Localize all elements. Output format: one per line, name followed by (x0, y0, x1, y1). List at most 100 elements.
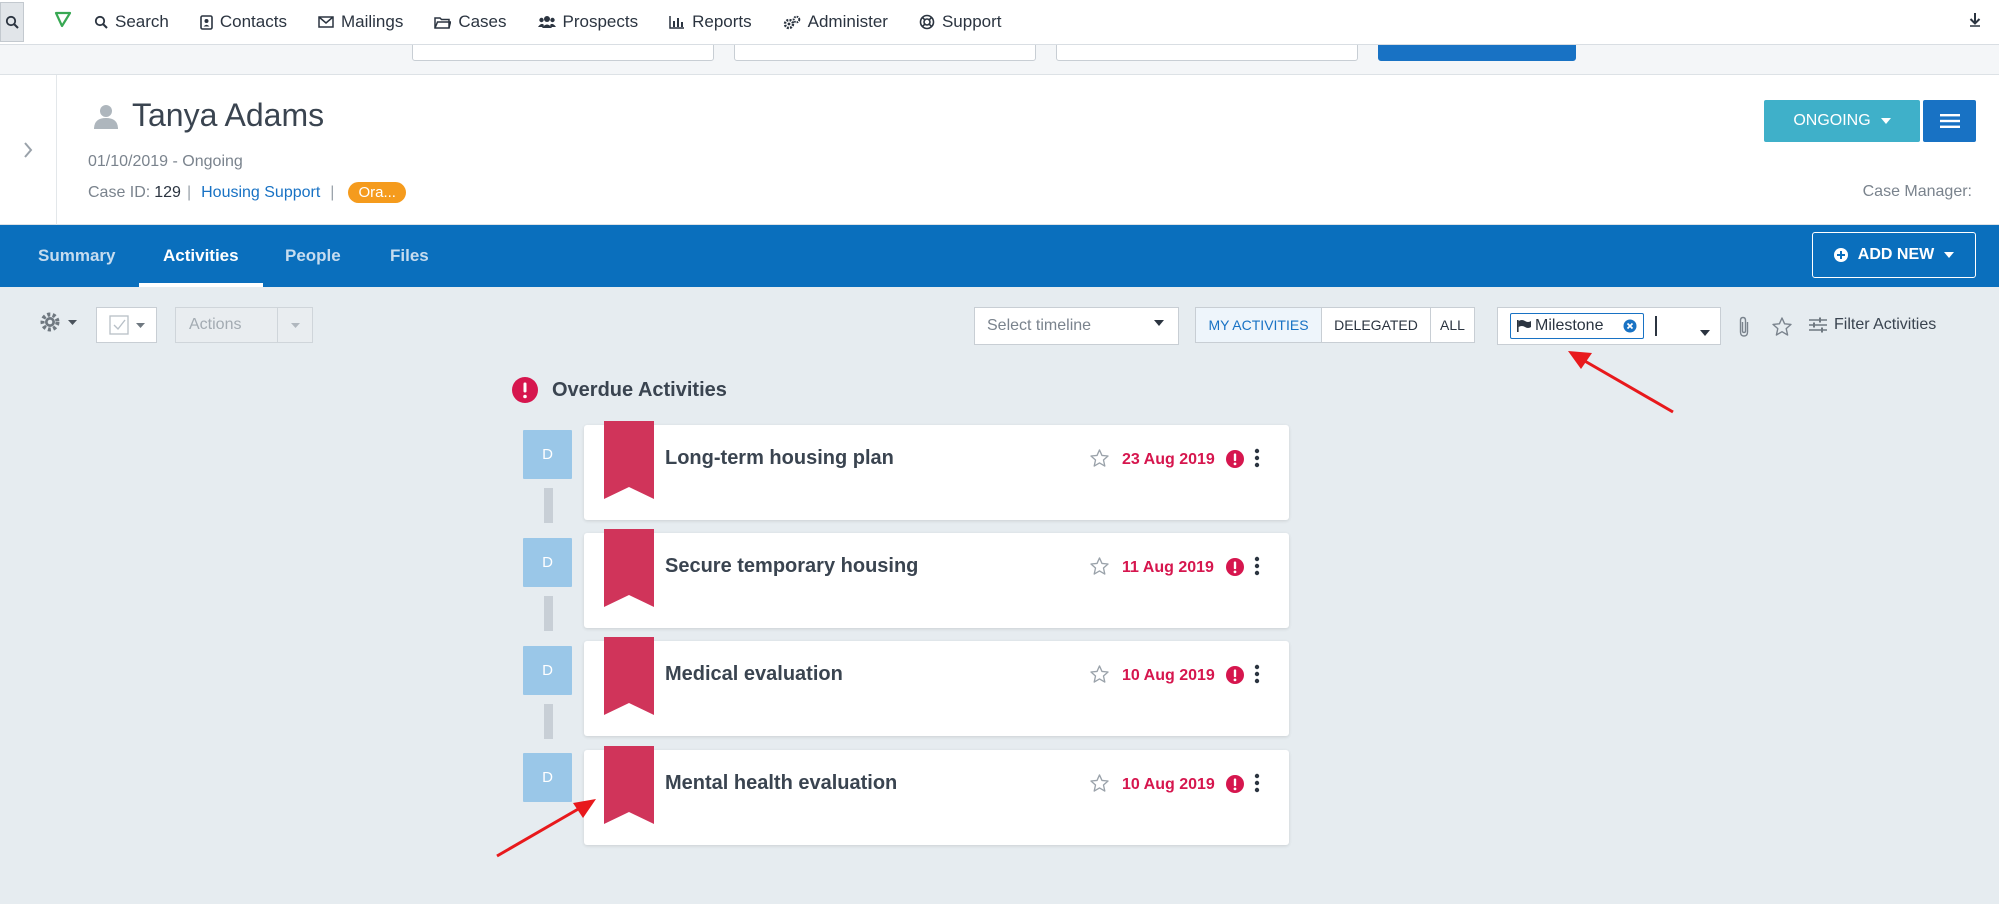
actions-placeholder: Actions (176, 308, 278, 342)
activity-card[interactable]: Secure temporary housing 11 Aug 2019 (584, 529, 1289, 628)
activity-card[interactable]: Long-term housing plan 23 Aug 2019 (584, 421, 1289, 520)
hidden-field-3 (1056, 45, 1358, 61)
case-type-link[interactable]: Housing Support (201, 184, 320, 202)
person-icon (94, 104, 118, 129)
folder-icon (434, 16, 452, 29)
search-icon (94, 15, 108, 29)
case-actions-menu-button[interactable] (1923, 100, 1976, 142)
overdue-alert-icon (1226, 450, 1244, 468)
kebab-menu-icon[interactable] (1254, 556, 1260, 576)
activity-title[interactable]: Long-term housing plan (665, 447, 894, 470)
activity-card[interactable]: Mental health evaluation 10 Aug 2019 (584, 746, 1289, 845)
add-new-button[interactable]: ADD NEW (1812, 232, 1976, 278)
nav-support[interactable]: Support (919, 12, 1002, 32)
sidebar-toggle[interactable] (0, 75, 57, 225)
nav-administer[interactable]: Administer (783, 12, 888, 32)
kebab-menu-icon[interactable] (1254, 773, 1260, 793)
lifebuoy-icon (919, 14, 935, 30)
activity-card[interactable]: Medical evaluation 10 Aug 2019 (584, 637, 1289, 736)
hamburger-icon (1939, 114, 1960, 128)
activity-title[interactable]: Mental health evaluation (665, 772, 897, 795)
quick-search-button[interactable] (0, 2, 24, 42)
case-header: Tanya Adams 01/10/2019 - Ongoing Case ID… (0, 75, 1999, 225)
nav-cases[interactable]: Cases (434, 12, 507, 32)
remove-chip-icon[interactable] (1623, 319, 1637, 333)
timeline-connector (544, 488, 553, 523)
separator: | (186, 183, 192, 201)
filter-delegated[interactable]: DELEGATED (1321, 307, 1431, 343)
assignee-avatar[interactable]: D (523, 753, 572, 802)
collapse-menu-button[interactable] (1969, 12, 1981, 32)
star-outline-icon[interactable] (1090, 774, 1109, 792)
case-status-dropdown[interactable]: ONGOING (1764, 100, 1920, 142)
nav-search[interactable]: Search (94, 12, 169, 32)
star-outline-icon[interactable] (1090, 557, 1109, 575)
hidden-field-1 (412, 45, 714, 61)
tab-people[interactable]: People (285, 225, 341, 287)
filter-delegated-label: DELEGATED (1334, 317, 1418, 333)
milestone-bookmark-icon (604, 529, 654, 607)
app-logo[interactable] (54, 11, 72, 33)
actions-caret (278, 308, 312, 342)
nav-contacts[interactable]: Contacts (200, 12, 287, 32)
nav-reports[interactable]: Reports (669, 12, 752, 32)
paperclip-icon (1739, 316, 1749, 337)
sliders-icon (1809, 317, 1827, 333)
activity-due-date[interactable]: 11 Aug 2019 (1122, 559, 1214, 577)
scrolled-filter-strip (0, 45, 1999, 75)
case-tag-badge[interactable]: Ora... (348, 182, 406, 203)
activity-title[interactable]: Medical evaluation (665, 663, 843, 686)
attachment-filter[interactable] (1738, 316, 1750, 343)
hidden-button (1378, 45, 1576, 61)
gear-icon (40, 312, 60, 332)
activity-type-filter[interactable]: Milestone (1497, 307, 1721, 345)
activity-due-date[interactable]: 10 Aug 2019 (1122, 776, 1215, 794)
star-outline-icon[interactable] (1090, 449, 1109, 467)
overdue-alert-icon (1226, 775, 1244, 793)
tab-files[interactable]: Files (390, 225, 429, 287)
kebab-menu-icon[interactable] (1254, 448, 1260, 468)
milestone-filter-chip: Milestone (1510, 313, 1644, 339)
nav-mailings[interactable]: Mailings (318, 12, 403, 32)
nav-reports-label: Reports (692, 12, 752, 31)
star-outline-icon[interactable] (1090, 665, 1109, 683)
milestone-chip-label: Milestone (1535, 317, 1604, 334)
select-all-dropdown[interactable] (96, 307, 157, 343)
bar-chart-icon (669, 16, 685, 29)
assignee-avatar[interactable]: D (523, 430, 572, 479)
nav-prospects[interactable]: Prospects (537, 12, 639, 32)
gears-icon (783, 15, 800, 29)
activity-due-date[interactable]: 23 Aug 2019 (1122, 451, 1215, 469)
timeline-select[interactable]: Select timeline (974, 307, 1179, 345)
case-id-value: 129 (154, 183, 181, 201)
nav-mailings-label: Mailings (340, 12, 404, 31)
activity-title[interactable]: Secure temporary housing (665, 555, 918, 578)
checkbox-icon (108, 315, 129, 335)
filter-activities-button[interactable]: Filter Activities (1809, 316, 1936, 334)
client-name[interactable]: Tanya Adams (132, 97, 324, 134)
activity-due-date[interactable]: 10 Aug 2019 (1122, 667, 1215, 685)
case-manager-label: Case Manager: (1862, 183, 1972, 200)
settings-dropdown[interactable] (38, 310, 77, 334)
add-new-label: ADD NEW (1857, 246, 1935, 263)
nav-administer-label: Administer (807, 12, 888, 31)
filter-all[interactable]: ALL (1430, 307, 1475, 343)
timeline-connector (544, 596, 553, 631)
nav-prospects-label: Prospects (562, 12, 639, 31)
starred-filter[interactable] (1772, 317, 1792, 341)
text-cursor (1655, 316, 1657, 336)
nav-search-label: Search (115, 12, 169, 31)
contacts-icon (200, 14, 213, 30)
separator: | (330, 183, 335, 201)
users-icon (537, 16, 556, 28)
tab-activities[interactable]: Activities (139, 225, 263, 287)
mail-icon (318, 16, 334, 28)
tab-summary-label: Summary (38, 246, 116, 265)
tab-summary[interactable]: Summary (38, 225, 115, 287)
kebab-menu-icon[interactable] (1254, 664, 1260, 684)
actions-dropdown[interactable]: Actions (175, 307, 313, 343)
filter-my-activities[interactable]: MY ACTIVITIES (1195, 307, 1322, 343)
case-date-status: 01/10/2019 - Ongoing (88, 153, 243, 170)
assignee-avatar[interactable]: D (523, 646, 572, 695)
assignee-avatar[interactable]: D (523, 538, 572, 587)
